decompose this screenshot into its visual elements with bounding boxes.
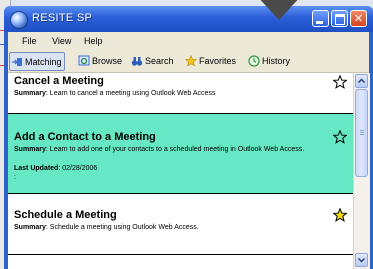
list-item[interactable]: Cancel a Meeting Summary: Learn to cance… [8,73,353,113]
chevron-down-icon [357,257,366,263]
browse-label: Browse [92,55,123,66]
summary-text: : Learn to add one of your contacts to a… [45,146,305,153]
summary-label: Summary [14,90,46,97]
results-list: Cancel a Meeting Summary: Learn to cance… [8,73,353,269]
close-button[interactable]: ✕ [350,10,367,27]
maximize-button[interactable] [331,10,348,27]
list-item[interactable]: Add a Contact to a Meeting Summary: Lear… [8,114,353,193]
matching-icon [11,56,23,68]
summary-label: Summary [14,224,46,231]
history-button[interactable]: History [248,52,290,69]
summary-text: : Learn to cancel a meeting using Outloo… [45,90,216,97]
scroll-down-button[interactable] [355,253,368,267]
chevron-up-icon [357,78,366,84]
matching-label: Matching [25,56,62,67]
summary-label: Summary [14,146,46,153]
search-button[interactable]: Search [131,52,174,69]
app-logo-icon [10,11,28,29]
favorites-label: Favorites [199,55,237,66]
browse-icon [78,55,90,67]
title-bar[interactable]: RESITE SP ✕ [4,6,373,32]
scroll-thumb[interactable] [355,89,368,177]
menu-help[interactable]: Help [84,36,103,46]
vertical-scrollbar[interactable] [353,73,370,269]
favorite-star-icon[interactable] [333,130,347,144]
app-window: RESITE SP ✕ File View Help Matching Brow… [4,6,373,269]
divider [8,254,353,255]
updated-value: : 02/28/2006 [58,165,98,172]
favorites-button[interactable]: Favorites [185,52,236,69]
entry-summary: Summary: Schedule a meeting using Outloo… [14,223,336,232]
entry-title: Add a Contact to a Meeting [14,131,156,143]
history-icon [248,54,260,67]
entry-extra: : [14,174,16,181]
entry-title: Schedule a Meeting [14,209,117,221]
thumb-grip [360,134,364,135]
browse-button[interactable]: Browse [78,52,122,69]
history-label: History [262,55,291,66]
matching-button[interactable]: Matching [9,52,65,71]
menu-file[interactable]: File [22,36,37,46]
thumb-grip [360,132,364,133]
thumb-grip [360,130,364,131]
toolbar: Matching Browse Search Favorites History [8,50,369,73]
list-item[interactable]: Schedule a Meeting Summary: Schedule a m… [8,194,353,254]
entry-updated: Last Updated: 02/28/2006 [14,165,97,172]
client-area: File View Help Matching Browse Search Fa… [8,32,370,269]
window-title: RESITE SP [32,12,93,24]
scroll-up-button[interactable] [355,74,368,88]
minimize-icon [316,21,323,24]
summary-text: : Schedule a meeting using Outlook Web A… [45,224,199,231]
binoculars-icon [131,55,143,67]
favorite-star-icon[interactable] [333,75,347,89]
menu-bar: File View Help [8,32,369,49]
favorite-star-icon[interactable] [333,208,347,222]
entry-summary: Summary: Learn to cancel a meeting using… [14,89,336,98]
star-icon [185,54,197,67]
pointer-arrow [255,0,303,20]
close-icon: ✕ [353,12,364,25]
minimize-button[interactable] [312,10,329,27]
maximize-icon [335,14,345,25]
search-label: Search [145,55,174,66]
entry-title: Cancel a Meeting [14,75,104,87]
updated-label: Last Updated [14,165,59,172]
entry-summary: Summary: Learn to add one of your contac… [14,145,336,154]
menu-view[interactable]: View [52,36,71,46]
